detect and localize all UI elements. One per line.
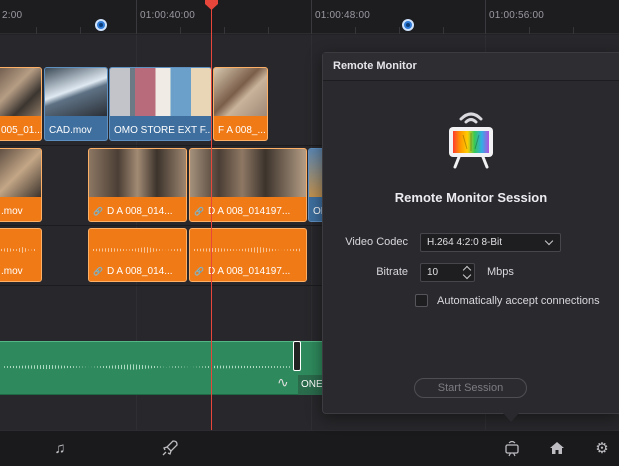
start-session-button[interactable]: Start Session <box>414 378 527 398</box>
timeline-marker[interactable] <box>95 19 107 31</box>
page-navigation-bar: ♫ ⚙ <box>0 430 619 466</box>
ruler-minor-tick <box>80 27 81 34</box>
bitrate-unit: Mbps <box>487 266 514 278</box>
timeline-ruler[interactable]: 2:00 01:00:40:00 01:00:48:00 01:00:56:00 <box>0 0 619 34</box>
ruler-minor-tick <box>573 27 574 34</box>
ruler-minor-tick <box>355 27 356 34</box>
ruler-timecode: 2:00 <box>2 10 23 21</box>
ruler-timecode: 01:00:48:00 <box>315 10 371 21</box>
clip-thumbnail <box>110 68 211 116</box>
playhead-line[interactable] <box>211 0 212 430</box>
ruler-minor-tick <box>36 27 37 34</box>
audio-waveform <box>4 364 290 370</box>
ruler-tick <box>136 0 137 34</box>
remote-monitor-icon[interactable] <box>502 439 522 459</box>
ruler-minor-tick <box>443 27 444 34</box>
ruler-minor-tick <box>268 27 269 34</box>
clip-thumbnail <box>0 68 41 116</box>
bitrate-value: 10 <box>427 267 439 278</box>
ruler-tick <box>485 0 486 34</box>
video-clip[interactable]: .mov <box>0 148 42 222</box>
timeline-marker[interactable] <box>402 19 414 31</box>
audio-waveform <box>93 247 182 253</box>
video-codec-select[interactable]: H.264 4:2:0 8-Bit <box>420 233 561 252</box>
clip-label: D A 008_014197... <box>194 266 290 277</box>
gear-icon[interactable]: ⚙ <box>592 439 612 459</box>
session-title: Remote Monitor Session <box>394 190 548 205</box>
remote-monitor-hero-icon <box>441 107 501 169</box>
clip-label: D A 008_014... <box>93 206 173 217</box>
ruler-minor-tick <box>224 27 225 34</box>
audio-waveform <box>1 247 37 253</box>
clip-label: 005_01... <box>1 125 42 136</box>
clip-label: CAD.mov <box>49 125 92 136</box>
ruler-timecode: 01:00:56:00 <box>489 10 545 21</box>
ruler-timecode: 01:00:40:00 <box>140 10 196 21</box>
clip-thumbnail <box>45 68 107 116</box>
auto-accept-checkbox[interactable] <box>415 294 428 307</box>
fade-curve-icon[interactable]: ∿ <box>277 374 289 391</box>
ruler-tick <box>311 0 312 34</box>
ruler-minor-tick <box>180 27 181 34</box>
clip-trim-handle[interactable] <box>293 341 301 371</box>
video-clip[interactable]: CAD.mov <box>44 67 108 141</box>
clip-label: D A 008_014197... <box>194 206 290 217</box>
chevron-down-icon <box>544 236 554 246</box>
clip-label: D A 008_014... <box>93 266 173 277</box>
panel-title: Remote Monitor <box>323 53 619 81</box>
timeline-stage: 2:00 01:00:40:00 01:00:48:00 01:00:56:00… <box>0 0 619 466</box>
video-clip[interactable]: OMO STORE EXT F... <box>109 67 212 141</box>
stepper-down-icon[interactable] <box>462 270 472 280</box>
clip-label: F A 008_... <box>218 125 266 136</box>
video-clip[interactable]: D A 008_014197... <box>189 148 307 222</box>
home-icon[interactable] <box>547 439 567 459</box>
video-clip[interactable]: F A 008_... <box>213 67 268 141</box>
clip-label: .mov <box>1 206 23 217</box>
music-note-icon[interactable]: ♫ <box>50 439 70 459</box>
clip-thumbnail <box>214 68 267 116</box>
ruler-minor-tick <box>529 27 530 34</box>
clip-thumbnail <box>0 149 41 197</box>
clip-label: .mov <box>1 266 23 277</box>
clip-label: OMO STORE EXT F... <box>114 125 212 136</box>
bitrate-label: Bitrate <box>376 266 408 278</box>
audio-clip[interactable]: D A 008_014... <box>88 228 187 282</box>
video-codec-value: H.264 4:2:0 8-Bit <box>427 237 503 248</box>
auto-accept-label[interactable]: Automatically accept connections <box>437 295 600 307</box>
rocket-icon[interactable] <box>160 439 180 459</box>
clip-thumbnail <box>190 149 306 197</box>
bitrate-stepper[interactable]: 10 <box>420 263 475 282</box>
audio-clip[interactable]: D A 008_014197... <box>189 228 307 282</box>
remote-monitor-panel: Remote Monitor Remote Monitor Session Vi… <box>322 52 619 414</box>
ruler-minor-tick <box>399 27 400 34</box>
clip-thumbnail <box>89 149 186 197</box>
video-clip[interactable]: D A 008_014... <box>88 148 187 222</box>
video-codec-label: Video Codec <box>345 236 408 248</box>
video-clip[interactable]: 005_01... <box>0 67 42 141</box>
audio-clip[interactable]: .mov <box>0 228 42 282</box>
